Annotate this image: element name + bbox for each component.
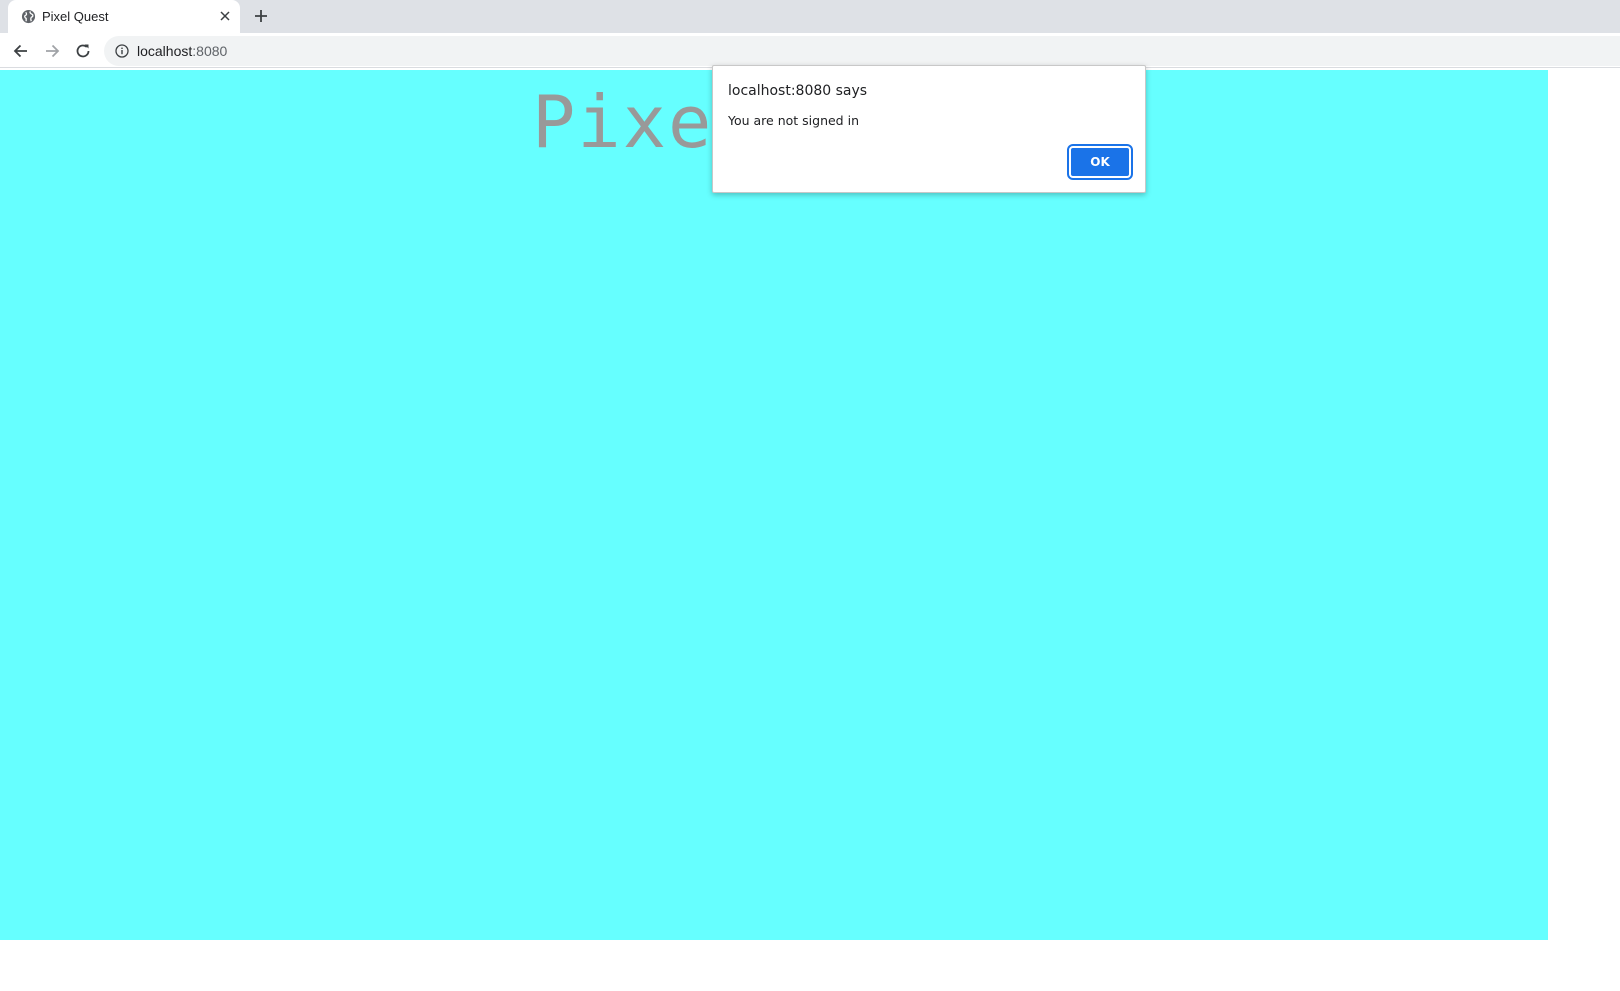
close-icon[interactable] [219,10,231,22]
globe-icon [21,9,36,24]
alert-dialog: localhost:8080 says You are not signed i… [712,65,1146,193]
game-canvas[interactable]: Pixe [0,70,1548,940]
reload-icon[interactable] [74,42,92,60]
browser-toolbar: localhost:8080 [0,33,1620,68]
url-port: :8080 [192,43,228,59]
address-bar[interactable]: localhost:8080 [104,36,1620,66]
page-title: Pixe [532,80,714,164]
browser-window: Pixel Quest localhost:8080 Pixe localhos… [0,0,1620,991]
info-icon[interactable] [115,44,129,58]
plus-icon[interactable] [253,8,269,24]
tab-pixel-quest[interactable]: Pixel Quest [8,0,240,33]
url-host: localhost [137,43,193,59]
page-viewport: Pixe [0,68,1620,991]
dialog-heading: localhost:8080 says [728,83,868,99]
url-text: localhost:8080 [137,43,227,59]
tab-title: Pixel Quest [42,9,109,24]
ok-button[interactable]: OK [1067,144,1133,180]
arrow-left-icon[interactable] [12,42,30,60]
tab-strip: Pixel Quest [0,0,1620,33]
dialog-message: You are not signed in [728,113,859,128]
arrow-right-icon[interactable] [43,42,61,60]
